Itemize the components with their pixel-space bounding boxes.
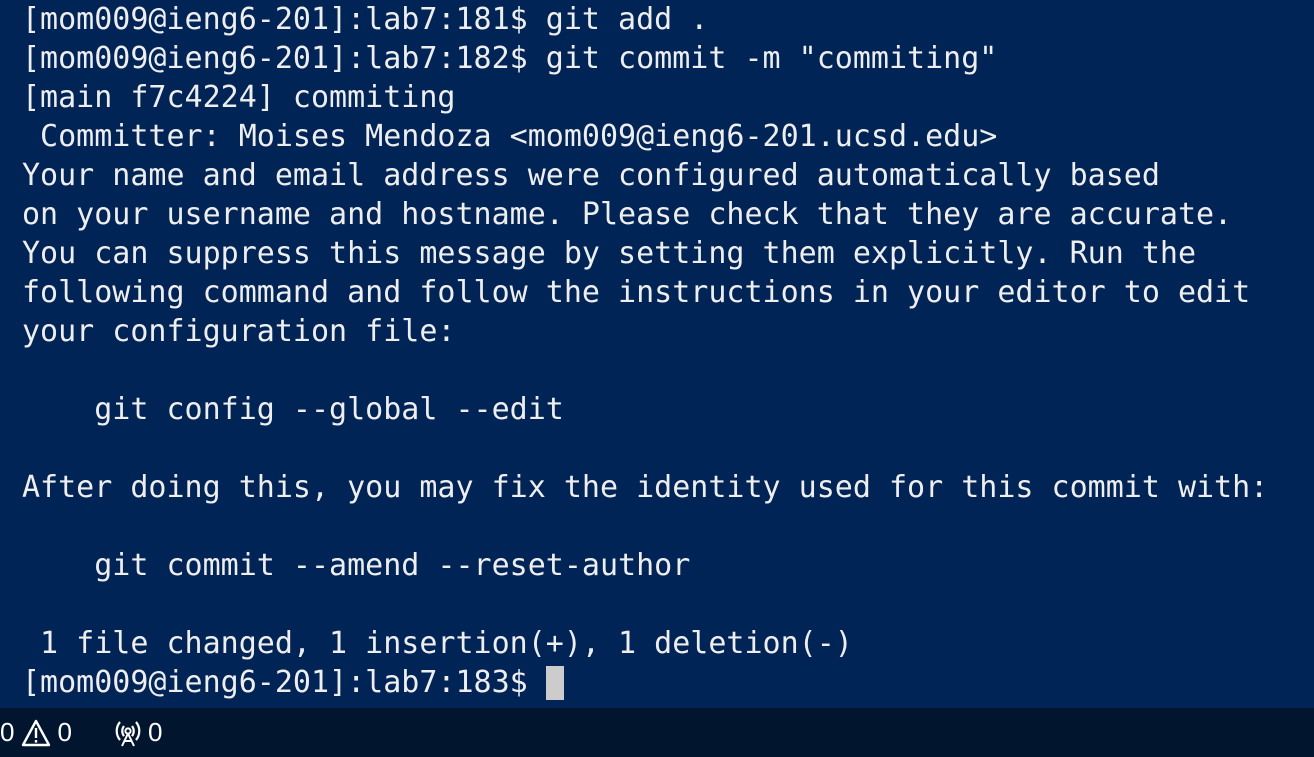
terminal-line: [mom009@ieng6-201]:lab7:182$ git commit … xyxy=(22,41,998,76)
terminal-line: your configuration file: xyxy=(22,314,456,349)
terminal-line: 1 file changed, 1 insertion(+), 1 deleti… xyxy=(22,626,853,661)
terminal-line: following command and follow the instruc… xyxy=(22,275,1251,310)
ports-count: 0 xyxy=(147,717,163,747)
terminal-line: After doing this, you may fix the identi… xyxy=(22,470,1269,505)
terminal-panel[interactable]: [mom009@ieng6-201]:lab7:181$ git add . [… xyxy=(0,0,1314,708)
ports-status-item[interactable]: 0 xyxy=(112,708,162,757)
errors-count: 0 xyxy=(0,717,15,747)
terminal-prompt: [mom009@ieng6-201]:lab7:183$ xyxy=(22,665,528,700)
terminal-line: You can suppress this message by setting… xyxy=(22,236,1196,271)
terminal-prompt-line[interactable]: [mom009@ieng6-201]:lab7:183$ xyxy=(22,663,1268,702)
warning-icon xyxy=(21,719,51,747)
problems-status-item[interactable]: 0 0 xyxy=(0,708,72,757)
terminal-line: [mom009@ieng6-201]:lab7:181$ git add . xyxy=(22,2,709,37)
status-bar: 0 0 0 xyxy=(0,708,1314,757)
terminal-line: Your name and email address were configu… xyxy=(22,158,1160,193)
terminal-line: [main f7c4224] commiting xyxy=(22,80,456,115)
warnings-count: 0 xyxy=(57,717,72,747)
terminal-line: git commit --amend --reset-author xyxy=(22,548,691,583)
terminal-cursor xyxy=(545,665,564,700)
broadcast-icon xyxy=(112,718,144,748)
terminal-line: git config --global --edit xyxy=(22,392,564,427)
terminal-output: [mom009@ieng6-201]:lab7:181$ git add . [… xyxy=(22,0,1268,702)
terminal-line: Committer: Moises Mendoza <mom009@ieng6-… xyxy=(22,119,998,154)
terminal-line: on your username and hostname. Please ch… xyxy=(22,197,1233,232)
